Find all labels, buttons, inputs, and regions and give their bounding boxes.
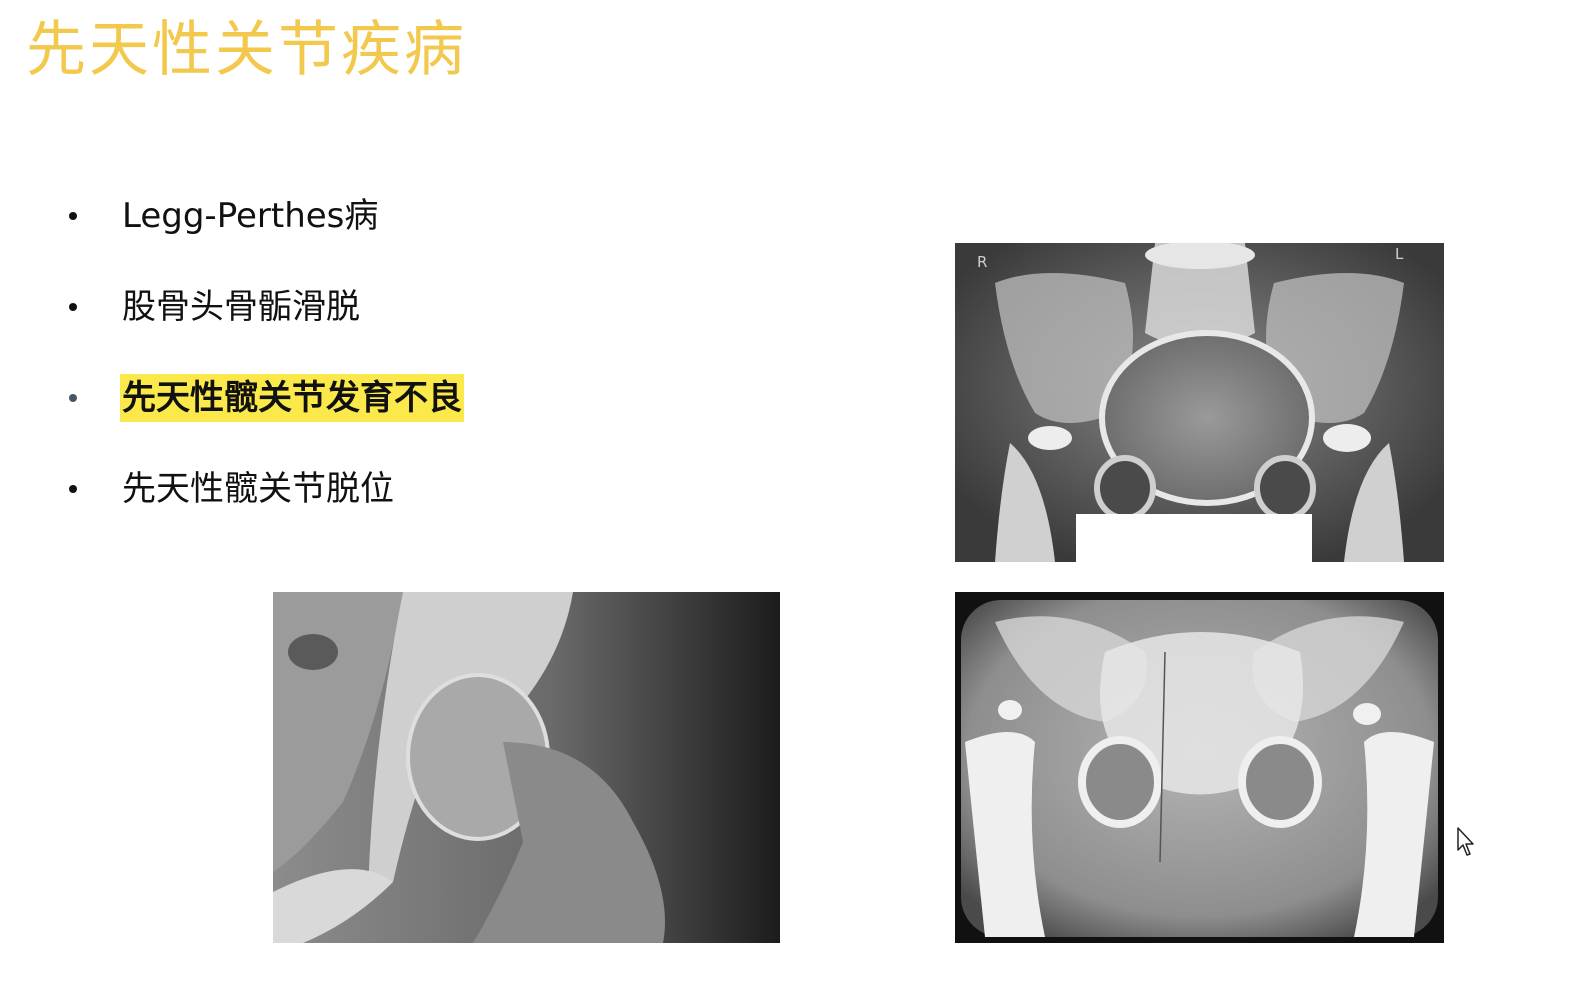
- side-marker-left: L: [1395, 245, 1404, 263]
- bullet-dot-icon: [69, 302, 77, 311]
- mouse-cursor-icon: [1457, 827, 1474, 856]
- bullet-item-scfe: 股骨头骨骺滑脱: [66, 261, 464, 352]
- side-marker-right: R: [977, 253, 987, 271]
- bullet-dot-icon: [69, 211, 77, 220]
- slide-title: 先天性关节疾病: [26, 15, 467, 85]
- bullet-item-cdh: 先天性髋关节脱位: [66, 443, 464, 534]
- xray-pelvis-film-image: [955, 592, 1444, 943]
- bullet-label: 股骨头骨骺滑脱: [122, 286, 360, 327]
- xray-hip-closeup-image: [273, 592, 780, 943]
- bullet-list: Legg-Perthes病 股骨头骨骺滑脱 先天性髋关节发育不良 先天性髋关节脱…: [66, 170, 464, 534]
- bullet-label: 先天性髋关节脱位: [122, 468, 394, 509]
- xray-pelvis-image: R L: [955, 243, 1444, 562]
- bullet-dot-icon: [69, 393, 77, 402]
- bullet-item-ddh: 先天性髋关节发育不良: [66, 352, 464, 443]
- bullet-dot-icon: [69, 484, 77, 493]
- bullet-label-highlighted: 先天性髋关节发育不良: [120, 373, 464, 422]
- bullet-item-legg-perthes: Legg-Perthes病: [66, 170, 464, 261]
- bullet-label: Legg-Perthes病: [122, 195, 379, 236]
